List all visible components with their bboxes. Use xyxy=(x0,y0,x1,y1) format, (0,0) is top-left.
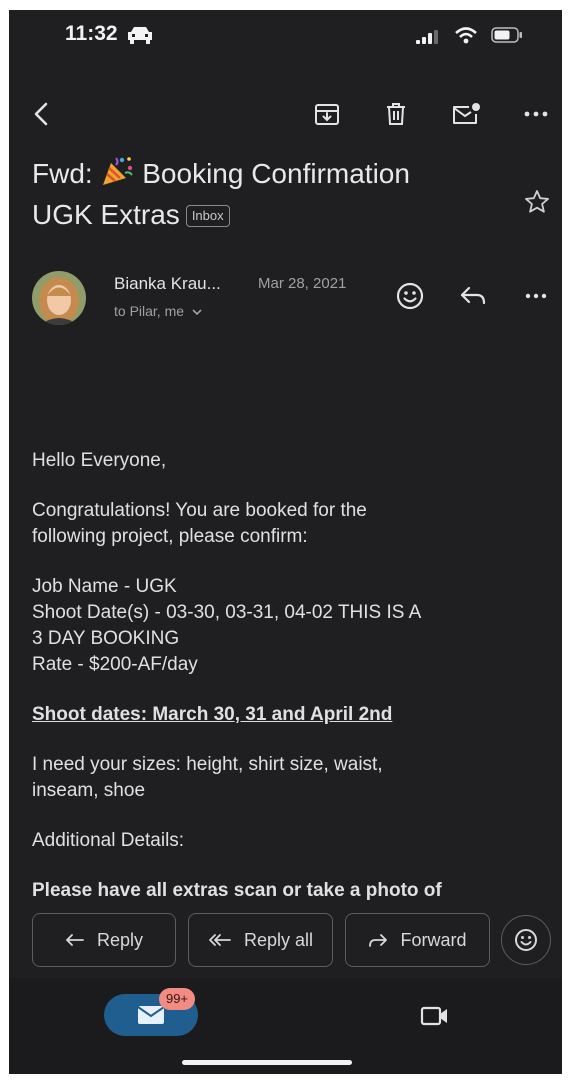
sender-name[interactable]: Bianka Krau... xyxy=(114,274,221,294)
battery-icon xyxy=(491,27,522,43)
reply-all-icon xyxy=(209,934,231,946)
more-options-button[interactable] xyxy=(518,96,554,132)
body-line: I need your sizes: height, shirt size, w… xyxy=(32,754,383,775)
star-icon xyxy=(525,189,549,213)
reply-button[interactable]: Reply xyxy=(32,913,176,967)
chevron-down-icon xyxy=(192,309,202,316)
status-bar: 11:32 xyxy=(9,10,562,60)
rate: Rate - $200-AF/day xyxy=(32,654,198,675)
reply-icon xyxy=(66,934,84,946)
forward-button[interactable]: Forward xyxy=(345,913,490,967)
add-reaction-button[interactable] xyxy=(393,279,427,313)
subject-prefix: Fwd: xyxy=(32,158,93,189)
smiley-icon xyxy=(396,282,424,310)
back-arrow-icon xyxy=(34,102,48,126)
sizes-request: I need your sizes: height, shirt size, w… xyxy=(32,752,547,804)
video-camera-icon xyxy=(420,1006,447,1026)
email-body: Hello Everyone, Congratulations! You are… xyxy=(32,448,547,928)
reply-all-button[interactable]: Reply all xyxy=(188,913,333,967)
body-line: following project, please confirm: xyxy=(32,526,308,547)
email-subject: Fwd: Booking Confirmation UGK Extras Inbo… xyxy=(32,153,502,235)
email-date: Mar 28, 2021 xyxy=(258,275,347,292)
meet-tab[interactable] xyxy=(415,998,455,1034)
reply-label: Reply xyxy=(96,929,144,950)
scan-note: Please have all extras scan or take a ph… xyxy=(32,880,442,901)
shoot-dates-cont: 3 DAY BOOKING xyxy=(32,628,180,649)
message-more-button[interactable] xyxy=(519,279,553,313)
archive-button[interactable] xyxy=(309,96,345,132)
job-name: Job Name - UGK xyxy=(32,576,177,597)
recipients-dropdown[interactable]: to Pilar, me xyxy=(114,303,202,319)
body-greeting: Hello Everyone, xyxy=(32,450,167,471)
inbox-label-badge[interactable]: Inbox xyxy=(185,205,230,227)
dates-summary: Shoot dates: March 30, 31 and April 2nd xyxy=(32,704,393,725)
recipients-text: to Pilar, me xyxy=(114,303,185,319)
wifi-icon xyxy=(455,27,477,44)
subject-main: Booking Confirmation xyxy=(142,158,410,189)
avatar[interactable] xyxy=(32,271,86,325)
more-icon xyxy=(525,293,547,299)
signal-icon xyxy=(416,30,438,44)
reply-icon xyxy=(460,286,486,305)
forward-label: Forward xyxy=(400,929,467,950)
body-line: Congratulations! You are booked for the xyxy=(32,500,367,521)
reply-actions: Reply Reply all Forward xyxy=(9,910,562,970)
body-paragraph: Congratulations! You are booked for the … xyxy=(32,498,547,550)
back-button[interactable] xyxy=(23,96,59,132)
sender-photo xyxy=(32,271,86,325)
more-icon xyxy=(524,111,548,117)
reply-all-label: Reply all xyxy=(243,929,314,950)
mail-icon xyxy=(137,1006,165,1024)
party-popper-icon xyxy=(103,157,134,185)
additional-details-heading: Additional Details: xyxy=(32,830,185,851)
shoot-dates: Shoot Date(s) - 03-30, 03-31, 04-02 THIS… xyxy=(32,602,422,623)
home-indicator[interactable] xyxy=(182,1060,352,1065)
smiley-icon xyxy=(515,929,537,951)
sender-row: Bianka Krau... Mar 28, 2021 to Pilar, me xyxy=(9,268,562,328)
star-button[interactable] xyxy=(521,185,553,217)
body-line: inseam, shoe xyxy=(32,780,146,801)
delete-button[interactable] xyxy=(378,96,414,132)
forward-icon xyxy=(369,934,388,947)
archive-icon xyxy=(315,104,339,125)
emoji-reaction-button[interactable] xyxy=(501,915,551,965)
mark-unread-icon xyxy=(453,103,480,124)
trash-icon xyxy=(387,103,405,125)
subject-line2: UGK Extras xyxy=(32,199,180,230)
status-time: 11:32 xyxy=(65,22,118,45)
phone-screen: 11:32 Fwd: Booking Confirmation UGK Extr… xyxy=(9,10,562,1074)
booking-details: Job Name - UGK Shoot Date(s) - 03-30, 03… xyxy=(32,574,547,678)
email-toolbar xyxy=(9,90,562,140)
mark-unread-button[interactable] xyxy=(449,96,485,132)
unread-count-badge: 99+ xyxy=(159,988,195,1010)
car-icon xyxy=(128,27,152,44)
reply-button-header[interactable] xyxy=(456,279,490,313)
